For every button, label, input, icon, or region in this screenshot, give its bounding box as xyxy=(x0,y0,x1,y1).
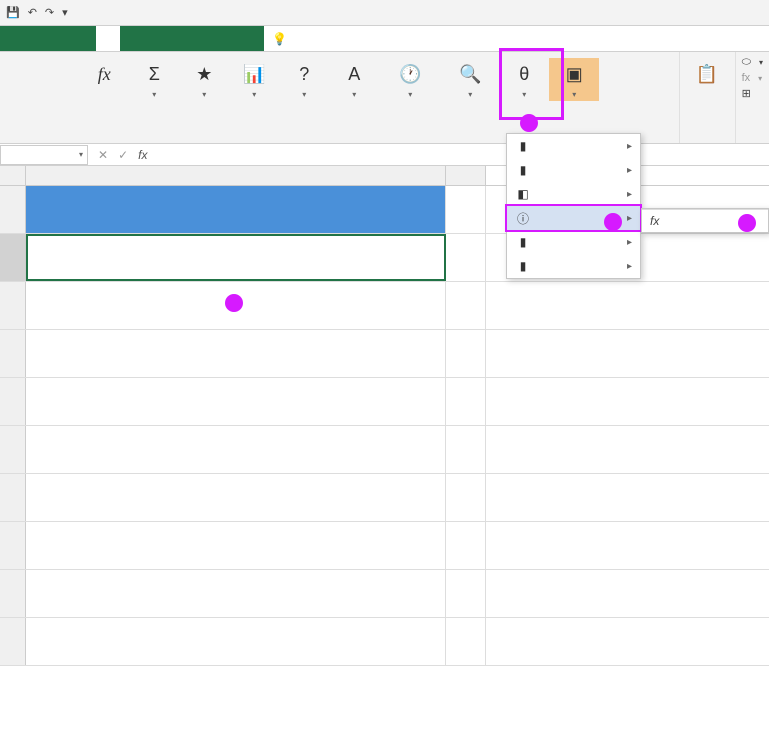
create-from-selection-button[interactable]: ⊞ xyxy=(742,87,763,100)
tab-layout[interactable] xyxy=(72,26,96,51)
cell-b1[interactable] xyxy=(446,186,486,233)
datetime-button[interactable]: 🕐 ▾ xyxy=(379,58,441,101)
confirm-icon[interactable]: ✓ xyxy=(118,148,128,162)
cell-a2-selected[interactable] xyxy=(26,234,446,281)
ribbon: fx Σ ▾ ★ ▾ 📊 ▾ ? ▾ A ▾ xyxy=(0,52,769,144)
spreadsheet xyxy=(0,166,769,666)
column-header-a[interactable] xyxy=(26,166,446,185)
grid-icon: ⊞ xyxy=(742,87,751,100)
tab-view[interactable] xyxy=(168,26,192,51)
theta-icon: θ xyxy=(510,60,538,88)
eng-icon: ▮ xyxy=(515,162,531,178)
web-icon: ▮ xyxy=(515,258,531,274)
namebox-dropdown-icon[interactable]: ▾ xyxy=(79,150,83,159)
select-all-corner[interactable] xyxy=(0,166,26,185)
row-header-3[interactable] xyxy=(0,282,26,329)
define-name-button[interactable]: ⬭▾ xyxy=(742,56,763,69)
lookup-button[interactable]: 🔍 ▾ xyxy=(441,58,499,101)
row-header-7[interactable] xyxy=(0,474,26,521)
stats-icon: ▮ xyxy=(515,138,531,154)
tell-me-search[interactable]: 💡 xyxy=(264,26,299,51)
financial-button[interactable]: 📊 ▾ xyxy=(229,58,279,101)
other-functions-button[interactable]: ▣ ▾ xyxy=(549,58,599,101)
financial-icon: 📊 xyxy=(240,60,268,88)
column-header-b[interactable] xyxy=(446,166,486,185)
row-header-4[interactable] xyxy=(0,330,26,377)
annotation-badge-2 xyxy=(520,114,538,132)
more-icon: ▣ xyxy=(560,60,588,88)
tab-dev[interactable] xyxy=(192,26,216,51)
defined-names-group: ⬭▾ fx▾ ⊞ xyxy=(736,52,769,143)
logic-button[interactable]: ? ▾ xyxy=(279,58,329,101)
row-header-10[interactable] xyxy=(0,618,26,665)
row-header-2[interactable] xyxy=(0,234,26,281)
star-icon: ★ xyxy=(190,60,218,88)
use-in-formula-button[interactable]: fx▾ xyxy=(742,72,763,84)
info-icon: ⓘ xyxy=(515,210,531,226)
tab-help[interactable] xyxy=(216,26,240,51)
cell-b2[interactable] xyxy=(446,234,486,281)
ribbon-tabs: 💡 xyxy=(0,26,769,52)
tab-review[interactable] xyxy=(144,26,168,51)
sigma-icon: Σ xyxy=(140,60,168,88)
annotation-badge-1 xyxy=(225,294,243,312)
fx-icon: fx xyxy=(90,60,118,88)
row-header-8[interactable] xyxy=(0,522,26,569)
title-bar: 💾 ↶ ↷ ▾ xyxy=(0,0,769,26)
chevron-right-icon: ▸ xyxy=(627,261,632,272)
qat-dropdown-icon[interactable]: ▾ xyxy=(62,6,68,19)
chevron-right-icon: ▸ xyxy=(627,165,632,176)
fx-icon[interactable]: fx xyxy=(138,148,147,162)
annotation-badge-3 xyxy=(604,213,622,231)
menu-item-compatibility[interactable]: ▮▸ xyxy=(507,230,640,254)
tab-home[interactable] xyxy=(24,26,48,51)
menu-item-engineering[interactable]: ▮▸ xyxy=(507,158,640,182)
math-button[interactable]: θ ▾ xyxy=(499,58,549,101)
cell-a1[interactable] xyxy=(26,186,446,233)
cancel-icon[interactable]: ✕ xyxy=(98,148,108,162)
tab-file[interactable] xyxy=(0,26,24,51)
tab-insert[interactable] xyxy=(48,26,72,51)
tab-data[interactable] xyxy=(120,26,144,51)
annotation-badge-4 xyxy=(738,214,756,232)
name-manager-button[interactable]: 📋 xyxy=(682,58,732,92)
menu-item-web[interactable]: ▮▸ xyxy=(507,254,640,278)
fx-small-icon: fx xyxy=(742,72,751,84)
tag-icon: ⬭ xyxy=(742,56,751,69)
row-header-5[interactable] xyxy=(0,378,26,425)
chevron-right-icon: ▸ xyxy=(627,141,632,152)
chevron-right-icon: ▸ xyxy=(627,213,632,224)
save-icon[interactable]: 💾 xyxy=(6,6,20,19)
autosum-button[interactable]: Σ ▾ xyxy=(129,58,179,101)
row-header-6[interactable] xyxy=(0,426,26,473)
text-icon: A xyxy=(340,60,368,88)
chevron-right-icon: ▸ xyxy=(627,189,632,200)
name-box[interactable]: ▾ xyxy=(0,145,88,165)
other-functions-menu: ▮▸ ▮▸ ◧▸ ⓘ▸ ▮▸ ▮▸ xyxy=(506,133,641,279)
compat-icon: ▮ xyxy=(515,234,531,250)
lightbulb-icon: 💡 xyxy=(272,32,287,46)
recent-functions-button[interactable]: ★ ▾ xyxy=(179,58,229,101)
lookup-icon: 🔍 xyxy=(456,60,484,88)
redo-icon[interactable]: ↷ xyxy=(45,6,54,19)
tab-formulas[interactable] xyxy=(96,26,120,51)
tab-pdf[interactable] xyxy=(240,26,264,51)
row-header-1[interactable] xyxy=(0,186,26,233)
menu-item-statistics[interactable]: ▮▸ xyxy=(507,134,640,158)
clock-icon: 🕐 xyxy=(396,60,424,88)
menu-item-cube[interactable]: ◧▸ xyxy=(507,182,640,206)
chevron-right-icon: ▸ xyxy=(627,237,632,248)
formula-bar: ▾ ✕ ✓ fx xyxy=(0,144,769,166)
quick-access-toolbar: 💾 ↶ ↷ ▾ xyxy=(6,6,68,19)
fx-icon: fx xyxy=(650,214,659,228)
cube-icon: ◧ xyxy=(515,186,531,202)
insert-function-button[interactable]: fx xyxy=(79,58,129,92)
logic-icon: ? xyxy=(290,60,318,88)
text-button[interactable]: A ▾ xyxy=(329,58,379,101)
row-header-9[interactable] xyxy=(0,570,26,617)
undo-icon[interactable]: ↶ xyxy=(28,6,37,19)
name-manager-icon: 📋 xyxy=(693,60,721,88)
